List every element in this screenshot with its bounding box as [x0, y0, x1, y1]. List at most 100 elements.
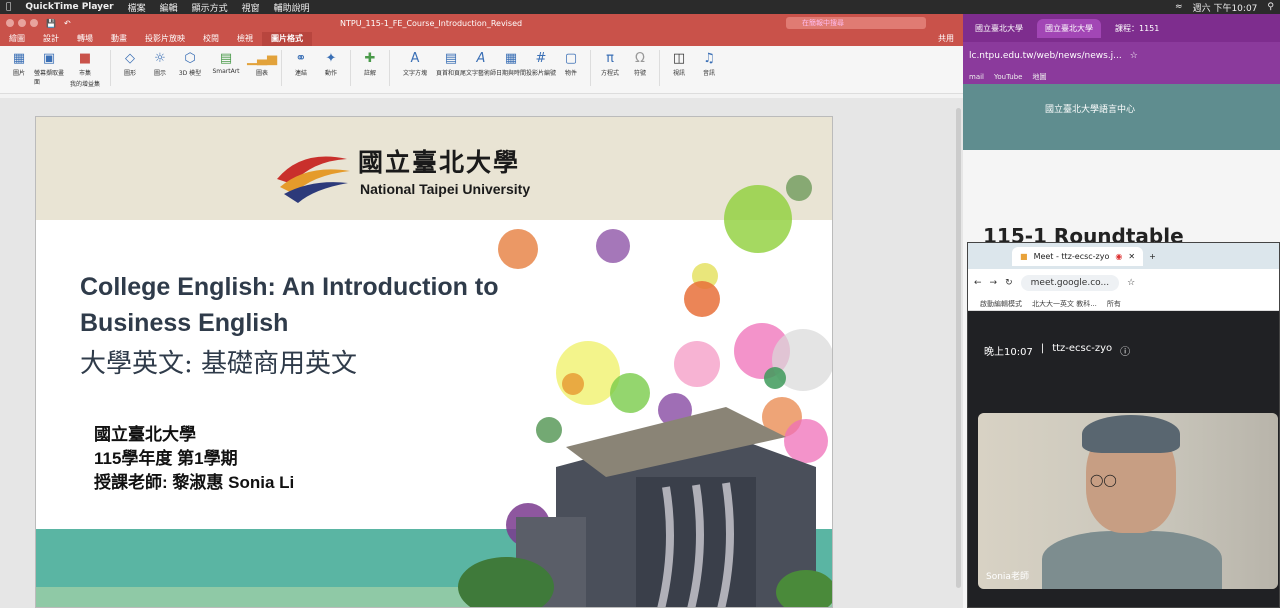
- menu-edit[interactable]: 編輯: [160, 1, 178, 14]
- browser-tab[interactable]: 國立臺北大學: [967, 19, 1031, 38]
- ppt-titlebar: 💾 ↶ NTPU_115-1_FE_Course_Introduction_Re…: [0, 14, 963, 32]
- ribbon-date[interactable]: ▦ 日期與時間: [496, 50, 526, 78]
- tab-review[interactable]: 校閱: [194, 32, 228, 46]
- meet-url-input[interactable]: meet.google.co...: [1020, 275, 1120, 291]
- tab-animations[interactable]: 動畫: [102, 32, 136, 46]
- slidenum-icon: #: [535, 50, 547, 66]
- ribbon-object[interactable]: ▢ 物件: [556, 50, 586, 78]
- tab-design[interactable]: 設計: [34, 32, 68, 46]
- slide[interactable]: 國立臺北大學 National Taipei University Colleg…: [35, 116, 833, 608]
- link-icon: ⚭: [295, 50, 307, 66]
- bookmark[interactable]: 地圖: [1032, 72, 1046, 82]
- browser-tab[interactable]: 課程：1151: [1107, 19, 1167, 38]
- symbol-icon: Ω: [635, 50, 645, 66]
- close-icon[interactable]: ✕: [1128, 252, 1135, 261]
- ribbon-symbol[interactable]: Ω 符號: [625, 50, 655, 78]
- undo-icon[interactable]: ↶: [64, 19, 71, 28]
- browser-tab-active[interactable]: 國立臺北大學: [1037, 18, 1101, 38]
- ribbon-store[interactable]: ■ 市集 我的增益集: [64, 50, 106, 89]
- bookmark[interactable]: 所有: [1107, 299, 1121, 309]
- wifi-icon[interactable]: ≈: [1175, 2, 1183, 12]
- decor-circle: [674, 341, 720, 387]
- bookmark[interactable]: 北大大一英文 教科...: [1032, 299, 1097, 309]
- share-button[interactable]: 共用: [929, 32, 963, 46]
- meet-logo-icon: ■: [1020, 251, 1028, 261]
- glasses-icon: ◯◯: [1090, 473, 1117, 487]
- video-icon: ◫: [672, 50, 686, 66]
- slide-title[interactable]: College English: An Introduction to Busi…: [80, 269, 560, 341]
- meet-window: ■ Meet - ttz-ecsc-zyo ◉ ✕ + ← → ↻ meet.g…: [967, 242, 1280, 608]
- chrome-tabs: 國立臺北大學 國立臺北大學 課程：1151: [963, 14, 1280, 42]
- meet-bookmarks: 啟動編輯模式 北大大一英文 教科... 所有: [968, 297, 1279, 311]
- star-icon[interactable]: ☆: [1130, 51, 1138, 61]
- ribbon-shapes[interactable]: ◇ 圖形: [115, 50, 145, 78]
- menubar:  QuickTime Player 檔案 編輯 顯示方式 視窗 輔助說明 ≈ …: [0, 0, 1280, 14]
- apple-icon[interactable]: : [6, 2, 11, 12]
- slide-info[interactable]: 國立臺北大學 115學年度 第1學期 授課老師: 黎淑惠 Sonia Li: [94, 423, 294, 495]
- ribbon-header[interactable]: ▤ 頁首和頁尾: [436, 50, 466, 78]
- reload-icon[interactable]: ↻: [1005, 278, 1013, 288]
- bookmark[interactable]: mail: [969, 73, 984, 81]
- save-icon[interactable]: 💾: [46, 19, 56, 28]
- ribbon-textbox[interactable]: A 文字方塊: [394, 50, 436, 78]
- tab-draw[interactable]: 繪圖: [0, 32, 34, 46]
- ribbon-screenshot[interactable]: ▣ 螢幕擷取畫面: [34, 50, 64, 87]
- info-university: 國立臺北大學: [94, 425, 196, 444]
- equation-icon: π: [606, 50, 614, 66]
- app-name[interactable]: QuickTime Player: [25, 2, 113, 12]
- url-input[interactable]: lc.ntpu.edu.tw/web/news/news.j...: [969, 51, 1122, 61]
- bookmark[interactable]: 啟動編輯模式: [980, 299, 1022, 309]
- forward-icon[interactable]: →: [990, 278, 998, 288]
- clock[interactable]: 週六 下午10:07: [1193, 1, 1258, 14]
- ribbon-action[interactable]: ✦ 動作: [316, 50, 346, 78]
- recording-icon: ◉: [1115, 251, 1123, 261]
- tab-transitions[interactable]: 轉場: [68, 32, 102, 46]
- ribbon-slidenum[interactable]: # 投影片編號: [526, 50, 556, 78]
- menu-window[interactable]: 視窗: [242, 1, 260, 14]
- bookmark[interactable]: YouTube: [994, 73, 1022, 81]
- ribbon-equation[interactable]: π 方程式: [595, 50, 625, 78]
- info-icon[interactable]: ⓘ: [1120, 343, 1130, 358]
- info-semester: 115學年度 第1學期: [94, 449, 238, 468]
- ribbon-audio[interactable]: ♫ 音訊: [694, 50, 724, 78]
- ribbon-video[interactable]: ◫ 視訊: [664, 50, 694, 78]
- shapes-icon: ◇: [125, 50, 135, 66]
- back-icon[interactable]: ←: [974, 278, 982, 288]
- ribbon-smartart[interactable]: ▤ SmartArt: [205, 50, 247, 76]
- screenshot-icon: ▣: [42, 50, 56, 66]
- tab-view[interactable]: 檢視: [228, 32, 262, 46]
- ribbon-picture[interactable]: ▦ 圖片: [4, 50, 34, 78]
- meet-tab-title: Meet - ttz-ecsc-zyo: [1033, 251, 1110, 261]
- tab-slideshow[interactable]: 投影片放映: [136, 32, 194, 46]
- slide-canvas: 國立臺北大學 National Taipei University Colleg…: [0, 98, 963, 608]
- logo-chinese: 國立臺北大學: [358, 148, 521, 177]
- meet-address-bar: ← → ↻ meet.google.co... ☆: [968, 269, 1279, 297]
- ribbon-icons[interactable]: ☼ 圖示: [145, 50, 175, 78]
- document-title: NTPU_115-1_FE_Course_Introduction_Revise…: [340, 18, 523, 28]
- menu-view[interactable]: 顯示方式: [192, 1, 228, 14]
- textbox-icon: A: [410, 50, 420, 66]
- ribbon-link[interactable]: ⚭ 連結: [286, 50, 316, 78]
- scrollbar[interactable]: [956, 108, 961, 588]
- ribbon-3d[interactable]: ⬡ 3D 模型: [175, 50, 205, 78]
- menu-help[interactable]: 輔助說明: [274, 1, 310, 14]
- ribbon: ▦ 圖片 ▣ 螢幕擷取畫面 ■ 市集 我的增益集 ◇ 圖形 ☼ 圖示 ⬡ 3D 模型 ▤ Sma…: [0, 46, 963, 94]
- slide-title-chinese[interactable]: 大學英文: 基礎商用英文: [80, 343, 357, 380]
- tab-picture-format[interactable]: 圖片格式: [262, 32, 312, 46]
- ribbon-wordart[interactable]: A 文字藝術師: [466, 50, 496, 78]
- date-icon: ▦: [504, 50, 518, 66]
- participant-video[interactable]: ◯◯ Sonia老師: [978, 413, 1278, 589]
- audio-icon: ♫: [703, 50, 715, 66]
- ribbon-chart[interactable]: ▁▃▅ 圖表: [247, 50, 277, 78]
- ribbon-comment[interactable]: ✚ 註解: [355, 50, 385, 78]
- window-controls[interactable]: [6, 19, 38, 27]
- object-icon: ▢: [564, 50, 578, 66]
- participant-hat: [1082, 415, 1180, 453]
- meet-tab[interactable]: ■ Meet - ttz-ecsc-zyo ◉ ✕: [1012, 246, 1144, 266]
- search-icon[interactable]: ⚲: [1267, 2, 1274, 12]
- page-hero-title: 國立臺北大學語言中心: [1045, 105, 1136, 115]
- menu-file[interactable]: 檔案: [128, 1, 146, 14]
- star-icon[interactable]: ☆: [1127, 278, 1135, 288]
- new-tab-icon[interactable]: +: [1149, 252, 1156, 261]
- search-input[interactable]: 在簡報中搜尋: [786, 17, 926, 29]
